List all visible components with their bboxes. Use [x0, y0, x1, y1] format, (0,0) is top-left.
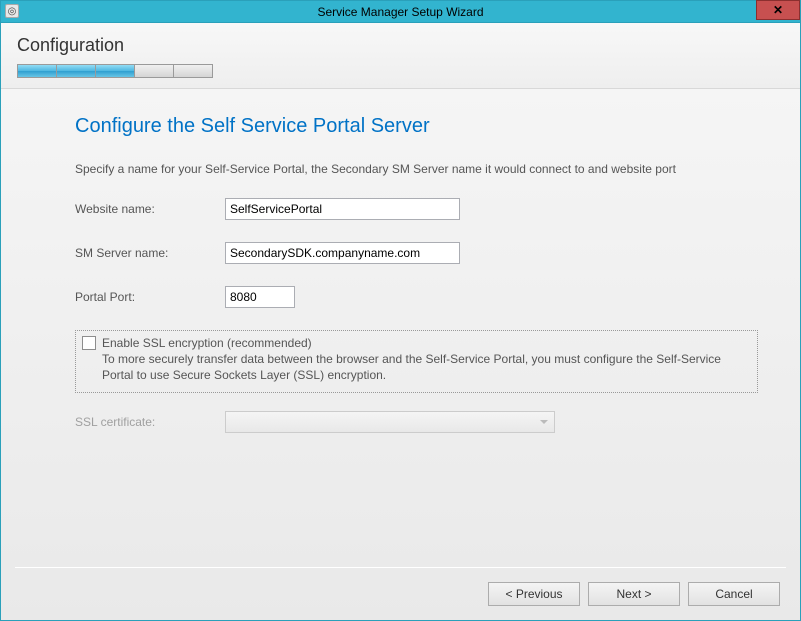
sm-server-input[interactable]	[225, 242, 460, 264]
wizard-window: ◎ Service Manager Setup Wizard ✕ Configu…	[0, 0, 801, 621]
page-heading: Configure the Self Service Portal Server	[75, 115, 758, 138]
progress-step	[174, 65, 212, 77]
close-button[interactable]: ✕	[756, 0, 800, 20]
website-name-label: Website name:	[75, 202, 225, 216]
footer-divider	[15, 567, 786, 568]
previous-button[interactable]: < Previous	[488, 582, 580, 606]
section-title: Configuration	[17, 35, 784, 56]
close-icon: ✕	[773, 3, 783, 17]
progress-step	[57, 65, 96, 77]
progress-step	[18, 65, 57, 77]
website-name-input[interactable]	[225, 198, 460, 220]
ssl-certificate-label: SSL certificate:	[75, 415, 225, 429]
website-name-row: Website name:	[75, 198, 758, 220]
progress-bar	[17, 64, 213, 78]
ssl-enable-label: Enable SSL encryption (recommended)	[102, 335, 751, 351]
content-area: Configure the Self Service Portal Server…	[1, 89, 800, 433]
titlebar: ◎ Service Manager Setup Wizard ✕	[1, 1, 800, 23]
app-icon: ◎	[5, 4, 19, 18]
wizard-header: Configuration	[1, 23, 800, 89]
progress-step	[96, 65, 135, 77]
ssl-certificate-dropdown	[225, 411, 555, 433]
ssl-text: Enable SSL encryption (recommended) To m…	[102, 335, 751, 384]
sm-server-row: SM Server name:	[75, 242, 758, 264]
ssl-certificate-row: SSL certificate:	[75, 411, 758, 433]
portal-port-label: Portal Port:	[75, 290, 225, 304]
page-description: Specify a name for your Self-Service Por…	[75, 162, 758, 176]
portal-port-input[interactable]	[225, 286, 295, 308]
sm-server-label: SM Server name:	[75, 246, 225, 260]
ssl-enable-description: To more securely transfer data between t…	[102, 352, 721, 382]
window-title: Service Manager Setup Wizard	[317, 5, 483, 19]
cancel-button[interactable]: Cancel	[688, 582, 780, 606]
chevron-down-icon	[540, 420, 548, 424]
ssl-enable-checkbox[interactable]	[82, 336, 96, 350]
wizard-buttons: < Previous Next > Cancel	[488, 572, 780, 606]
progress-step	[135, 65, 174, 77]
next-button[interactable]: Next >	[588, 582, 680, 606]
ssl-encryption-group: Enable SSL encryption (recommended) To m…	[75, 330, 758, 393]
portal-port-row: Portal Port:	[75, 286, 758, 308]
